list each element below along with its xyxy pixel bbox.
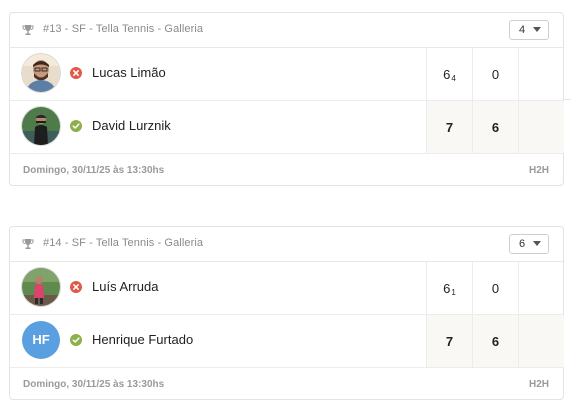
set-score: 0 [491,67,500,82]
set-score: 7 [445,120,454,135]
player-row: Lucas Limão 64 0 [10,48,563,101]
avatar[interactable] [22,54,60,92]
set-score-cell: 6 [472,315,518,367]
set-score-cell: 7 [426,315,472,367]
avatar[interactable]: HF [22,321,60,359]
match-date: Domingo, 30/11/25 às 13:30hs [23,379,165,390]
divider [564,99,571,100]
set-score-cell: 6 [472,101,518,153]
player-name[interactable]: Luís Arruda [92,279,159,294]
set-score-cell: 0 [472,262,518,314]
set-select[interactable]: 6 [509,234,549,254]
set-select[interactable]: 4 [509,20,549,40]
set-score: 0 [491,281,500,296]
set-score-cell [518,48,564,100]
player-name[interactable]: Lucas Limão [92,65,166,80]
close-circle-icon [70,281,82,293]
set-score-cell [518,262,564,314]
player-name[interactable]: David Lurznik [92,118,171,133]
player-row: David Lurznik 7 6 [10,101,564,154]
close-circle-icon [70,67,82,79]
match-card: #13 - SF - Tella Tennis - Galleria 4 Luc… [9,12,564,186]
tiebreak-score: 1 [451,288,456,297]
check-circle-icon [70,334,82,346]
match-title: #13 - SF - Tella Tennis - Galleria [43,23,204,35]
set-score-cell [518,101,564,153]
trophy-icon [22,239,34,249]
player-row: HF Henrique Furtado 7 6 [10,315,564,368]
tiebreak-score: 4 [451,74,456,83]
set-score: 7 [445,334,454,349]
h2h-link[interactable]: H2H [529,379,549,390]
set-score-cell: 61 [426,262,472,314]
trophy-icon [22,25,34,35]
match-title: #14 - SF - Tella Tennis - Galleria [43,237,204,249]
match-footer: Domingo, 30/11/25 às 13:30hs H2H [10,368,563,400]
set-score-cell [518,315,564,367]
set-score-cell: 64 [426,48,472,100]
player-name[interactable]: Henrique Furtado [92,332,193,347]
set-score: 61 [443,281,456,297]
set-score: 6 [491,334,500,349]
set-score: 6 [491,120,500,135]
match-footer: Domingo, 30/11/25 às 13:30hs H2H [10,154,563,186]
set-select-value: 6 [519,238,526,250]
match-header: #14 - SF - Tella Tennis - Galleria 6 [10,227,563,262]
avatar[interactable] [22,107,60,145]
set-score-cell: 7 [426,101,472,153]
match-date: Domingo, 30/11/25 às 13:30hs [23,165,165,176]
player-row: Luís Arruda 61 0 [10,262,563,315]
match-header: #13 - SF - Tella Tennis - Galleria 4 [10,13,563,48]
check-circle-icon [70,120,82,132]
match-card: #14 - SF - Tella Tennis - Galleria 6 Luí… [9,226,564,400]
set-score-cell: 0 [472,48,518,100]
avatar[interactable] [22,268,60,306]
set-score: 64 [443,67,456,83]
set-select-value: 4 [519,24,526,36]
chevron-down-icon [533,241,541,246]
chevron-down-icon [533,27,541,32]
h2h-link[interactable]: H2H [529,165,549,176]
